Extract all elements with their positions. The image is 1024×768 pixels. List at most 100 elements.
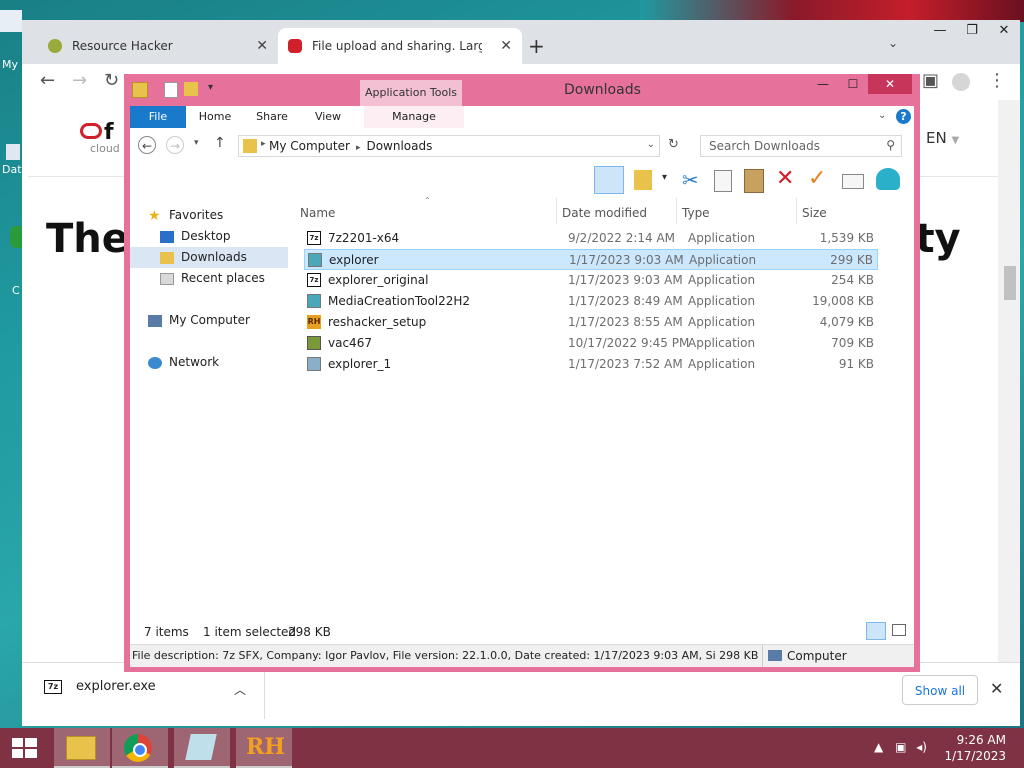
scrollbar-thumb[interactable] — [1004, 266, 1016, 300]
delete-icon[interactable]: ✕ — [776, 166, 794, 191]
nav-my-computer[interactable]: My Computer — [130, 310, 288, 331]
forward-arrow-icon[interactable]: → — [72, 70, 87, 91]
preview-pane-icon[interactable] — [594, 166, 624, 194]
address-dropdown-icon[interactable]: ⌄ — [647, 139, 655, 150]
tab-home[interactable]: Home — [192, 106, 238, 128]
file-size: 1,539 KB — [819, 231, 874, 245]
start-button[interactable] — [0, 728, 56, 768]
column-separator[interactable] — [676, 198, 677, 224]
file-row[interactable]: 7z 7z2201-x64 9/2/2022 2:14 AM Applicati… — [304, 228, 878, 249]
refresh-icon[interactable]: ↻ — [668, 137, 679, 152]
recent-locations-chevron-icon[interactable]: ▾ — [194, 138, 199, 148]
exe-icon — [308, 253, 322, 267]
up-arrow-icon[interactable]: ↑ — [214, 135, 226, 151]
volume-icon[interactable]: ◂) — [916, 740, 927, 754]
close-window-icon[interactable]: ✕ — [868, 74, 912, 94]
tab-view[interactable]: View — [304, 106, 352, 128]
taskbar-notes[interactable] — [174, 728, 230, 768]
shell-icon[interactable] — [876, 168, 900, 190]
close-tab-icon[interactable]: ✕ — [500, 38, 512, 54]
select-checkmark-icon[interactable]: ✓ — [808, 166, 826, 191]
file-row[interactable]: MediaCreationTool22H2 1/17/2023 8:49 AM … — [304, 291, 878, 312]
address-bar[interactable]: ▸ My Computer ▸ Downloads ⌄ — [238, 135, 660, 157]
taskbar-resource-hacker[interactable]: RH — [236, 728, 292, 768]
tab-manage[interactable]: Manage — [364, 106, 464, 128]
nav-recent-places[interactable]: Recent places — [130, 268, 288, 289]
page-scrollbar[interactable] — [998, 100, 1020, 662]
breadcrumb-current[interactable]: Downloads — [366, 139, 432, 153]
nav-downloads[interactable]: Downloads — [130, 247, 288, 268]
side-panel-icon[interactable]: ▣ — [922, 70, 939, 91]
explorer-title-bar[interactable]: ▾ Application Tools Downloads — ☐ ✕ — [124, 74, 920, 106]
column-header-date[interactable]: Date modified — [562, 206, 647, 220]
tab-search-chevron-icon[interactable]: ⌄ — [888, 36, 898, 50]
rename-icon[interactable] — [842, 174, 864, 189]
options-dropdown-icon[interactable]: ▾ — [662, 172, 667, 183]
maximize-icon[interactable]: ☐ — [838, 74, 868, 94]
download-item[interactable]: 7z explorer.exe — [44, 679, 156, 694]
language-selector[interactable]: EN ▼ — [926, 129, 959, 147]
tab-share[interactable]: Share — [248, 106, 296, 128]
chevron-up-icon[interactable]: ︿ — [234, 681, 246, 698]
tab-file-upload[interactable]: File upload and sharing. Large fil ✕ — [278, 28, 522, 64]
column-header-name[interactable]: Name — [300, 206, 335, 220]
network-tray-icon[interactable]: ▣ — [895, 740, 906, 754]
file-row[interactable]: RH reshacker_setup 1/17/2023 8:55 AM App… — [304, 312, 878, 333]
close-tab-icon[interactable]: ✕ — [256, 38, 268, 54]
show-all-button[interactable]: Show all — [902, 675, 978, 705]
clock[interactable]: 9:26 AM 1/17/2023 — [944, 732, 1006, 764]
taskbar-chrome[interactable] — [112, 728, 168, 768]
search-box[interactable]: Search Downloads ⚲ — [700, 135, 902, 157]
folder-options-icon[interactable] — [634, 170, 652, 190]
nav-label: Favorites — [169, 208, 224, 222]
maximize-icon[interactable]: ❐ — [956, 20, 988, 42]
file-row[interactable]: explorer_1 1/17/2023 7:52 AM Application… — [304, 354, 878, 375]
close-download-bar-icon[interactable]: ✕ — [990, 679, 1003, 698]
cut-icon[interactable]: ✂ — [682, 168, 699, 192]
back-arrow-icon[interactable]: ← — [40, 70, 55, 91]
tab-resource-hacker[interactable]: Resource Hacker ✕ — [38, 28, 278, 64]
details-view-icon[interactable] — [866, 622, 886, 640]
copy-icon[interactable] — [714, 170, 732, 192]
file-row-selected[interactable]: explorer 1/17/2023 9:03 AM Application 2… — [304, 249, 878, 270]
reload-icon[interactable]: ↻ — [104, 70, 119, 91]
nav-label: Recent places — [181, 271, 265, 285]
new-tab-button[interactable]: + — [528, 34, 545, 58]
file-row[interactable]: vac467 10/17/2022 9:45 PM Application 70… — [304, 333, 878, 354]
quick-access-chevron-icon[interactable]: ▾ — [208, 82, 213, 93]
file-name: explorer — [329, 253, 379, 267]
show-hidden-icons-icon[interactable]: ▲ — [874, 740, 883, 754]
file-row[interactable]: 7z explorer_original 1/17/2023 9:03 AM A… — [304, 270, 878, 291]
back-arrow-icon[interactable]: ← — [138, 136, 156, 154]
file-name: explorer_1 — [328, 357, 392, 371]
forward-arrow-icon[interactable]: → — [166, 136, 184, 154]
ribbon-expand-chevron-icon[interactable]: ⌄ — [878, 110, 886, 121]
column-header-size[interactable]: Size — [802, 206, 827, 220]
nav-favorites[interactable]: ★ Favorites — [130, 205, 288, 226]
help-icon[interactable]: ? — [896, 109, 911, 124]
file-type: Application — [688, 357, 756, 371]
tab-file[interactable]: File — [130, 106, 186, 128]
nav-network[interactable]: Network — [130, 352, 288, 373]
large-icons-view-icon[interactable] — [892, 624, 906, 636]
minimize-icon[interactable]: — — [808, 74, 838, 94]
tab-label: Resource Hacker — [72, 39, 173, 53]
desktop-app-icon[interactable] — [10, 226, 22, 248]
nav-desktop[interactable]: Desktop — [130, 226, 288, 247]
menu-kebab-icon[interactable]: ⋮ — [988, 70, 1006, 91]
breadcrumb-root[interactable]: My Computer — [269, 139, 350, 153]
desktop-computer-icon[interactable] — [0, 10, 22, 32]
system-tray: ▲ ▣ ◂) — [874, 740, 927, 754]
column-separator[interactable] — [556, 198, 557, 224]
tab-strip: Resource Hacker ✕ File upload and sharin… — [22, 20, 1020, 64]
desktop-file-icon[interactable] — [6, 144, 20, 160]
new-folder-icon[interactable] — [184, 82, 198, 96]
minimize-icon[interactable]: — — [924, 20, 956, 42]
paste-icon[interactable] — [744, 169, 764, 193]
column-header-type[interactable]: Type — [682, 206, 710, 220]
column-separator[interactable] — [796, 198, 797, 224]
profile-avatar[interactable] — [952, 73, 970, 91]
taskbar-file-explorer[interactable] — [54, 728, 110, 768]
close-window-icon[interactable]: ✕ — [988, 20, 1020, 42]
properties-icon[interactable] — [164, 82, 178, 98]
